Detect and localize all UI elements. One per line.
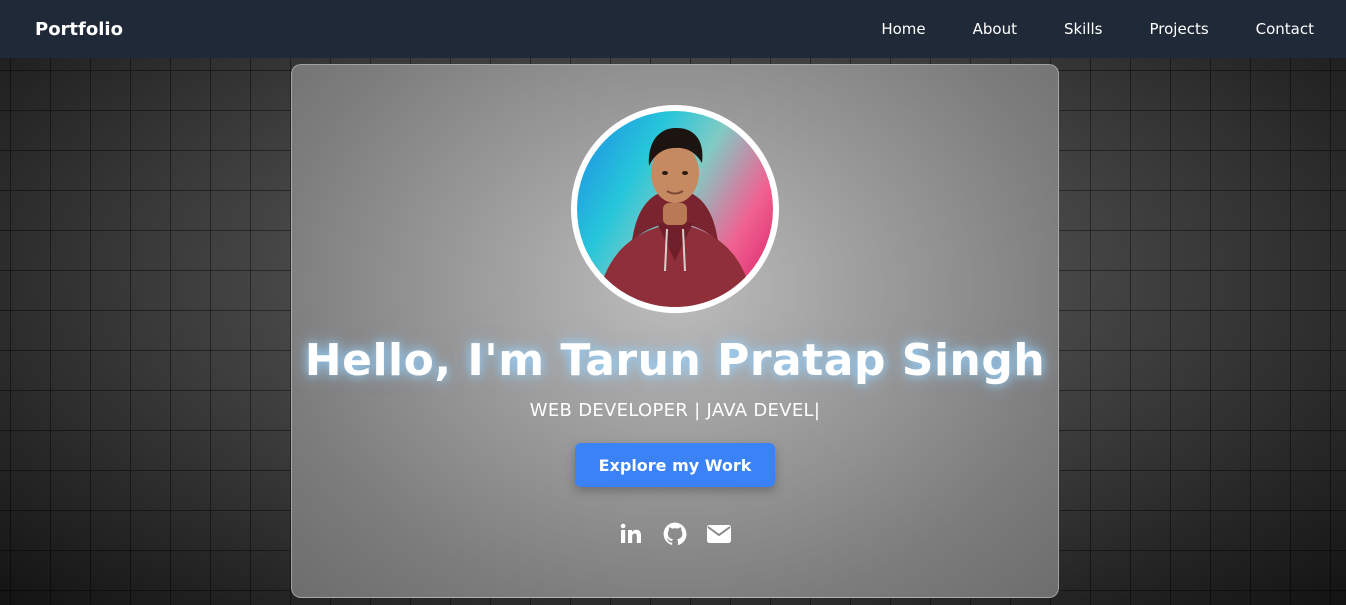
nav-link-about[interactable]: About: [973, 20, 1017, 38]
hero-card: Hello, I'm Tarun Pratap Singh WEB DEVELO…: [291, 64, 1059, 598]
profile-avatar: [571, 105, 779, 313]
profile-photo: [597, 127, 753, 307]
hero-heading: Hello, I'm Tarun Pratap Singh: [304, 335, 1046, 386]
explore-work-button[interactable]: Explore my Work: [574, 443, 776, 487]
brand-logo[interactable]: Portfolio: [35, 19, 123, 40]
nav-link-projects[interactable]: Projects: [1150, 20, 1209, 38]
nav-links: Home About Skills Projects Contact: [881, 20, 1314, 38]
nav-link-home[interactable]: Home: [881, 20, 925, 38]
linkedin-icon[interactable]: [618, 521, 644, 547]
mail-icon[interactable]: [706, 521, 732, 547]
nav-link-skills[interactable]: Skills: [1064, 20, 1103, 38]
nav-link-contact[interactable]: Contact: [1256, 20, 1314, 38]
navbar: Portfolio Home About Skills Projects Con…: [0, 0, 1346, 58]
github-icon[interactable]: [662, 521, 688, 547]
social-links: [618, 521, 732, 547]
hero-subtitle: WEB DEVELOPER | JAVA DEVEL|: [529, 400, 821, 421]
